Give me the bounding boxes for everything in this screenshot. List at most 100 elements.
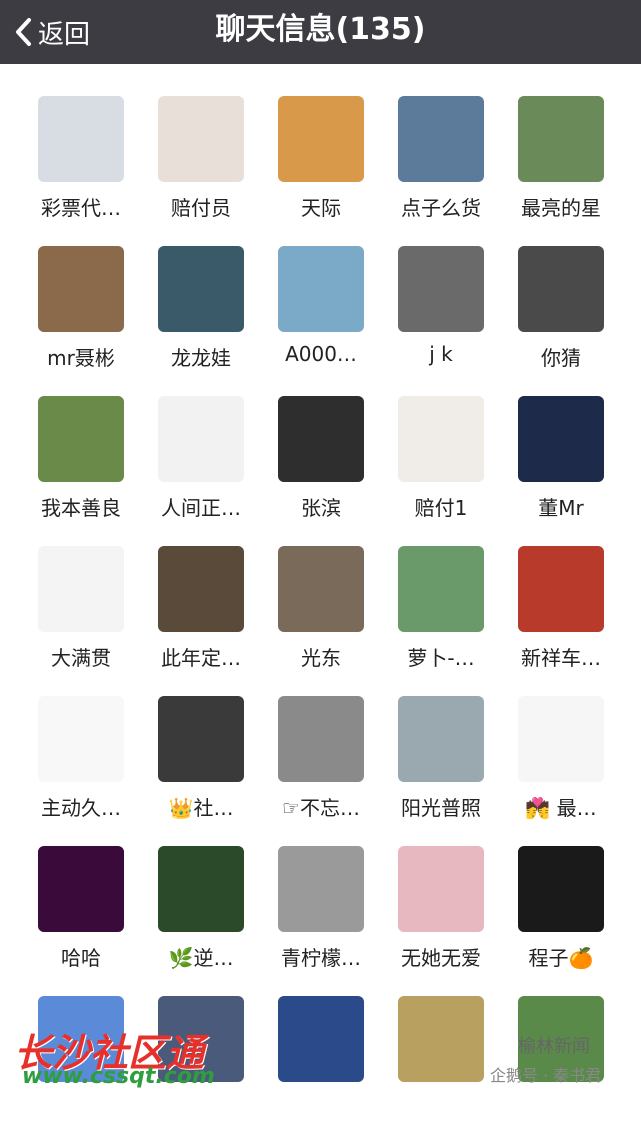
member-item[interactable]: 光东 — [258, 536, 378, 686]
member-item[interactable]: 🌿逆… — [138, 836, 258, 986]
member-name: 赔付1 — [414, 496, 468, 520]
member-avatar[interactable] — [518, 246, 604, 332]
member-item[interactable]: mr聂彬 — [18, 236, 138, 386]
member-item[interactable]: 无她无爱 — [378, 836, 498, 986]
member-name: 程子🍊 — [528, 946, 594, 970]
member-avatar[interactable] — [38, 546, 124, 632]
member-item[interactable]: 哈哈 — [18, 836, 138, 986]
member-name: j k — [429, 342, 453, 366]
member-item[interactable]: 💏 最… — [498, 686, 618, 836]
member-item[interactable]: 我本善良 — [18, 386, 138, 536]
member-avatar[interactable] — [398, 996, 484, 1082]
member-item[interactable]: 人间正… — [138, 386, 258, 536]
member-name: 我本善良 — [41, 496, 121, 520]
member-item[interactable]: 阳光普照 — [378, 686, 498, 836]
member-item[interactable]: 新祥车… — [498, 536, 618, 686]
page-title: 聊天信息(135) — [215, 12, 426, 47]
member-avatar[interactable] — [38, 696, 124, 782]
member-name: 新祥车… — [521, 646, 601, 670]
member-name: 此年定… — [161, 646, 241, 670]
member-item[interactable]: 董Mr — [498, 386, 618, 536]
member-name: 光东 — [301, 646, 341, 670]
member-item[interactable]: 萝卜-… — [378, 536, 498, 686]
watermark-wechat-sub: 企鹅号 · 秦书君 — [490, 1066, 602, 1085]
member-avatar[interactable] — [38, 246, 124, 332]
member-item[interactable]: A000… — [258, 236, 378, 386]
member-name: 张滨 — [301, 496, 341, 520]
member-item[interactable] — [498, 986, 618, 1136]
member-avatar[interactable] — [398, 546, 484, 632]
member-avatar[interactable] — [38, 96, 124, 182]
member-name: ☞不忘… — [282, 796, 360, 820]
member-name: 点子么货 — [401, 196, 481, 220]
member-name: 人间正… — [161, 496, 241, 520]
member-avatar[interactable] — [278, 96, 364, 182]
member-name: 无她无爱 — [401, 946, 481, 970]
member-name: 萝卜-… — [407, 646, 475, 670]
member-name: mr聂彬 — [47, 346, 115, 370]
member-item[interactable]: j k — [378, 236, 498, 386]
member-name: 💏 最… — [525, 796, 597, 820]
member-avatar[interactable] — [398, 846, 484, 932]
member-avatar[interactable] — [158, 546, 244, 632]
member-avatar[interactable] — [518, 96, 604, 182]
member-item[interactable]: 大满贯 — [18, 536, 138, 686]
member-name: A000… — [285, 342, 357, 366]
member-avatar[interactable] — [278, 246, 364, 332]
member-name: 天际 — [301, 196, 341, 220]
member-item[interactable]: 👑社… — [138, 686, 258, 836]
member-name: 青柠檬… — [281, 946, 361, 970]
member-item[interactable]: 赔付员 — [138, 86, 258, 236]
member-name: 最亮的星 — [521, 196, 601, 220]
member-avatar[interactable] — [398, 696, 484, 782]
member-avatar[interactable] — [278, 696, 364, 782]
member-avatar[interactable] — [398, 246, 484, 332]
member-avatar[interactable] — [278, 996, 364, 1082]
member-item[interactable] — [258, 986, 378, 1136]
member-avatar[interactable] — [398, 96, 484, 182]
member-item[interactable]: 你猜 — [498, 236, 618, 386]
member-avatar[interactable] — [158, 696, 244, 782]
member-name: 赔付员 — [171, 196, 231, 220]
member-item[interactable]: 张滨 — [258, 386, 378, 536]
member-avatar[interactable] — [158, 846, 244, 932]
member-item[interactable]: 彩票代… — [18, 86, 138, 236]
member-name: 阳光普照 — [401, 796, 481, 820]
member-item[interactable] — [378, 986, 498, 1136]
member-avatar[interactable] — [278, 396, 364, 482]
member-item[interactable]: 赔付1 — [378, 386, 498, 536]
member-item[interactable]: ☞不忘… — [258, 686, 378, 836]
member-avatar[interactable] — [398, 396, 484, 482]
member-name: 龙龙娃 — [171, 346, 231, 370]
member-item[interactable]: 程子🍊 — [498, 836, 618, 986]
member-avatar[interactable] — [38, 396, 124, 482]
watermark-wechat-name: 榆林新闻 — [518, 1036, 590, 1057]
member-name: 哈哈 — [61, 946, 101, 970]
member-name: 你猜 — [541, 346, 581, 370]
member-avatar[interactable] — [518, 546, 604, 632]
member-name: 🌿逆… — [168, 946, 234, 970]
member-avatar[interactable] — [518, 696, 604, 782]
member-item[interactable]: 天际 — [258, 86, 378, 236]
member-avatar[interactable] — [278, 846, 364, 932]
member-avatar[interactable] — [278, 546, 364, 632]
member-avatar[interactable] — [518, 846, 604, 932]
member-item[interactable]: 青柠檬… — [258, 836, 378, 986]
watermark-site-url: www.cssqt.com — [22, 1064, 215, 1089]
member-item[interactable]: 最亮的星 — [498, 86, 618, 236]
member-name: 👑社… — [168, 796, 234, 820]
member-name: 彩票代… — [41, 196, 121, 220]
member-avatar[interactable] — [158, 96, 244, 182]
member-item[interactable]: 点子么货 — [378, 86, 498, 236]
member-item[interactable]: 主动久… — [18, 686, 138, 836]
member-name: 大满贯 — [51, 646, 111, 670]
member-avatar[interactable] — [158, 396, 244, 482]
member-name: 董Mr — [538, 496, 584, 520]
member-avatar[interactable] — [38, 846, 124, 932]
member-avatar[interactable] — [518, 396, 604, 482]
header-bar: 返回 聊天信息(135) — [0, 0, 641, 64]
member-item[interactable]: 龙龙娃 — [138, 236, 258, 386]
member-name: 主动久… — [41, 796, 121, 820]
member-item[interactable]: 此年定… — [138, 536, 258, 686]
member-avatar[interactable] — [158, 246, 244, 332]
